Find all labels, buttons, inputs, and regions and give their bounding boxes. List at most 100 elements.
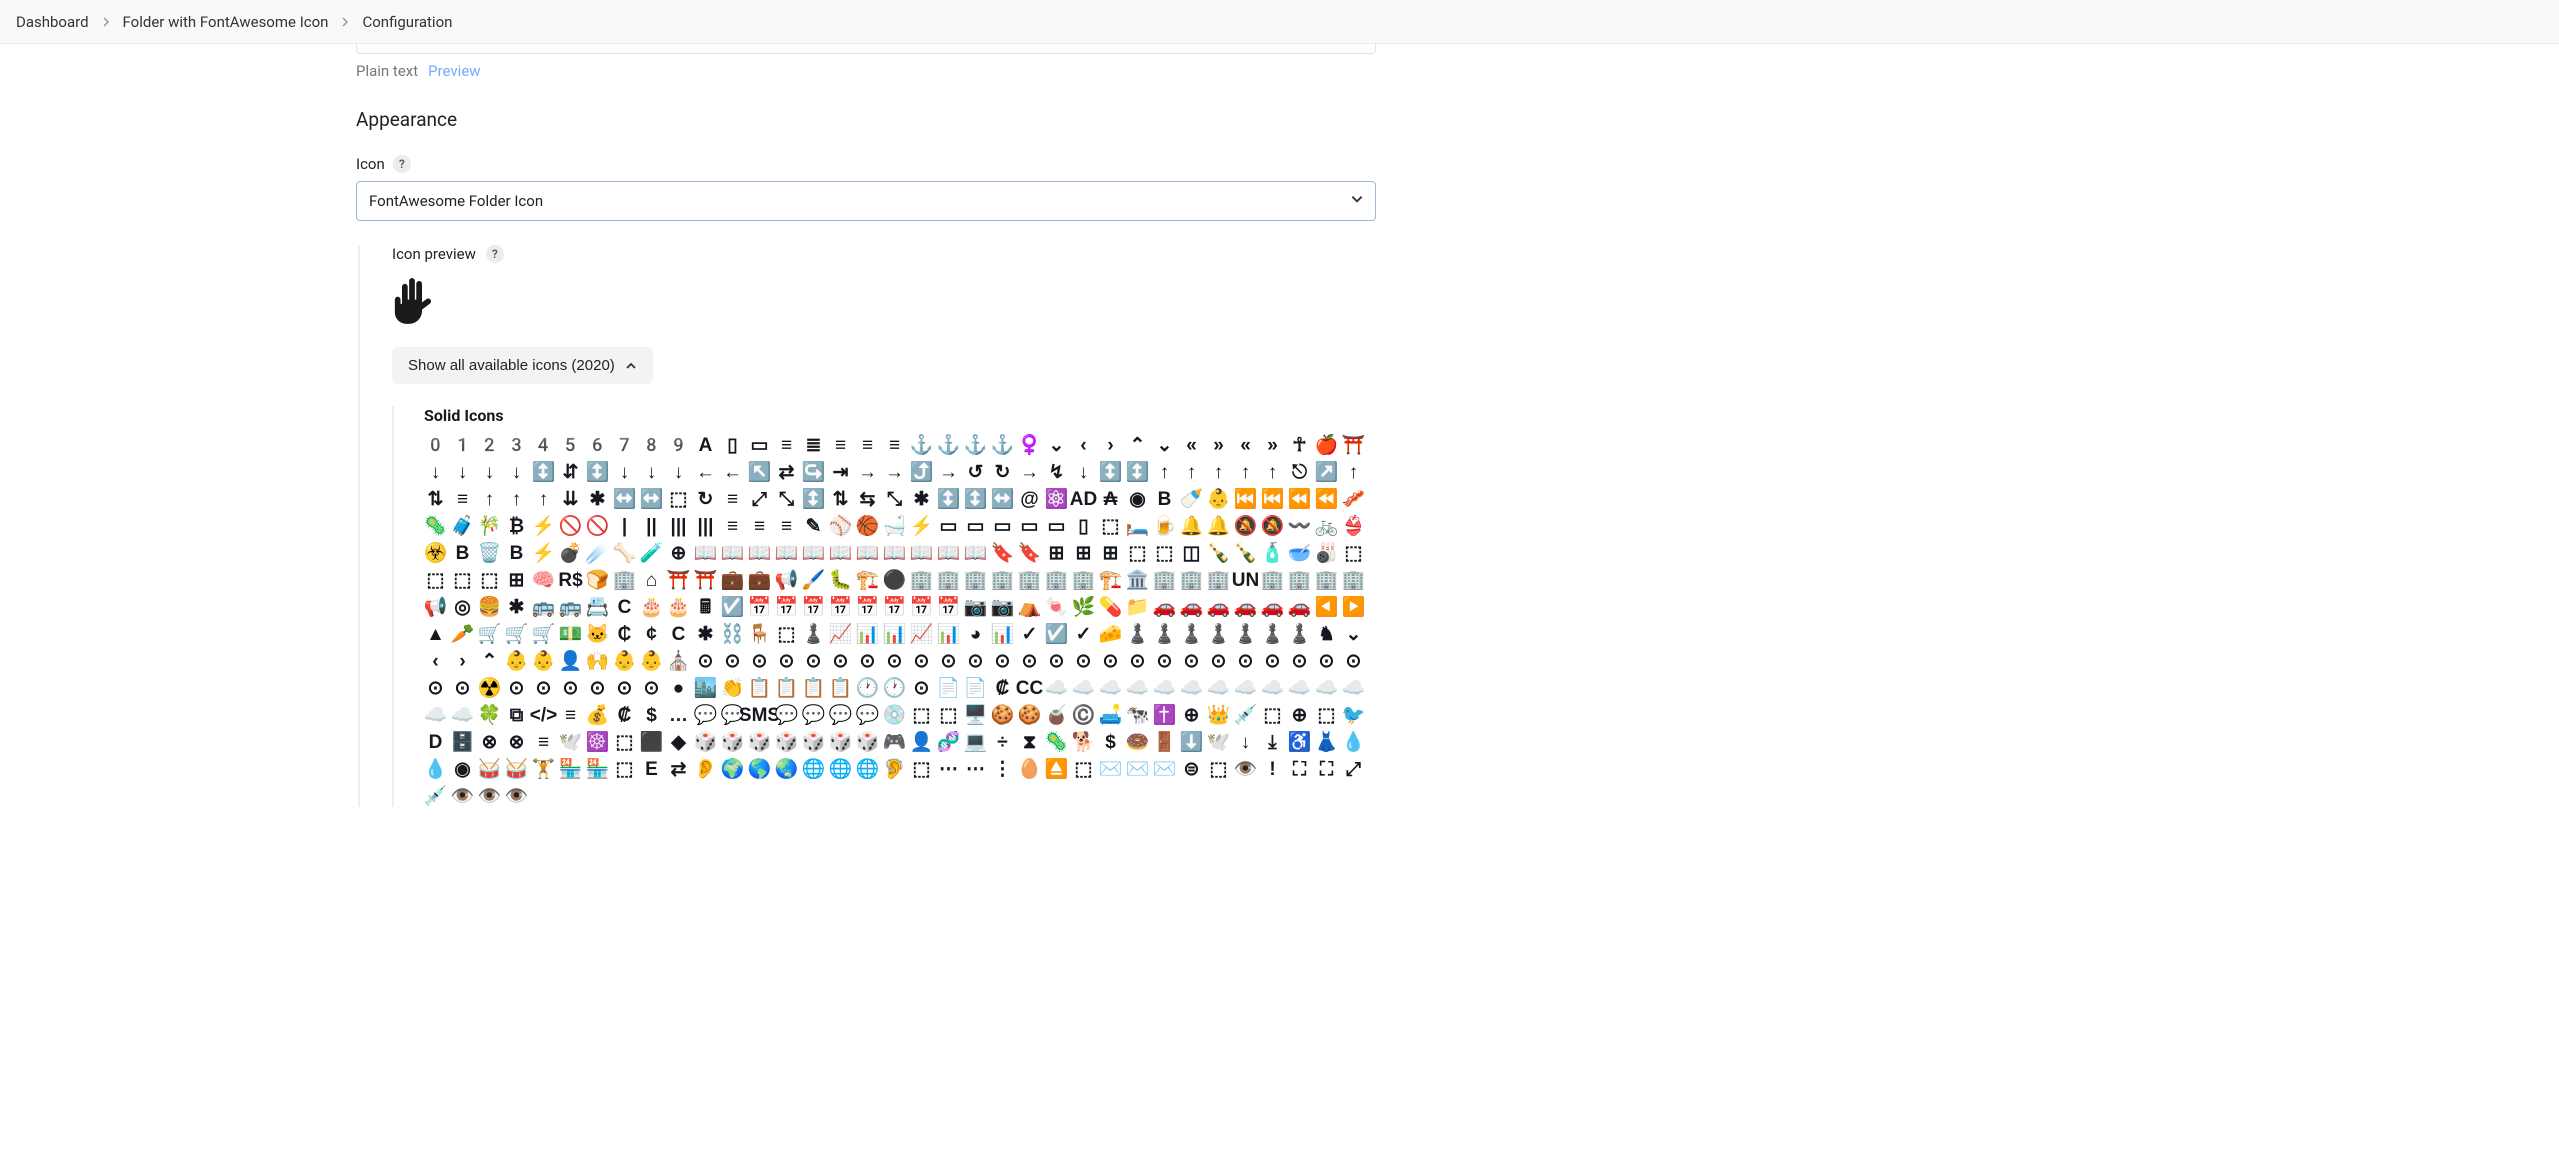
icon-glyph[interactable]: ↑ [1153, 460, 1176, 483]
icon-glyph[interactable]: 🖩 [694, 595, 717, 618]
icon-glyph[interactable]: 🎋 [478, 514, 501, 537]
icon-glyph[interactable]: ⬚ [613, 757, 636, 780]
icon-glyph[interactable]: 💬 [694, 703, 717, 726]
icon-glyph[interactable]: ⊙ [505, 676, 528, 699]
icon-glyph[interactable]: 🧠 [532, 568, 555, 591]
icon-glyph[interactable]: ⛶ [1315, 757, 1338, 780]
icon-glyph[interactable]: ☑ [1045, 622, 1068, 645]
icon-glyph[interactable]: 👗 [1315, 730, 1338, 753]
icon-glyph[interactable]: 🏢 [613, 568, 636, 591]
icon-glyph[interactable]: ⤡ [883, 487, 906, 510]
icon-glyph[interactable]: 🔔 [1180, 514, 1203, 537]
icon-glyph[interactable]: 💉 [424, 784, 447, 807]
icon-glyph[interactable]: ⊕ [1288, 703, 1311, 726]
icon-glyph[interactable]: ◎ [451, 595, 474, 618]
icon-glyph[interactable]: 💬 [775, 703, 798, 726]
icon-glyph[interactable]: ⊙ [559, 676, 582, 699]
icon-glyph[interactable]: ☁ [1288, 676, 1311, 699]
icon-glyph[interactable]: 🏢 [1315, 568, 1338, 591]
icon-glyph[interactable]: 💿 [883, 703, 906, 726]
icon-glyph[interactable]: ⊙ [1288, 649, 1311, 672]
icon-glyph[interactable]: ⊙ [829, 649, 852, 672]
icon-glyph[interactable]: 🏢 [1045, 568, 1068, 591]
icon-glyph[interactable]: 👶 [505, 649, 528, 672]
icon-glyph[interactable]: ≡ [532, 730, 555, 753]
icon-glyph[interactable]: 🍺 [1153, 514, 1176, 537]
icon-glyph[interactable]: ↺ [964, 460, 987, 483]
icon-glyph[interactable]: $ [640, 703, 663, 726]
icon-glyph[interactable]: 📅 [748, 595, 771, 618]
icon-glyph[interactable]: 🚪 [1153, 730, 1176, 753]
icon-glyph[interactable]: ♟ [1261, 622, 1284, 645]
icon-glyph[interactable]: ⌂ [640, 568, 663, 591]
icon-glyph[interactable]: ☢ [478, 676, 501, 699]
icon-glyph[interactable]: 👶 [1207, 487, 1230, 510]
icon-glyph[interactable]: 🌐 [829, 757, 852, 780]
icon-glyph[interactable]: 🥁 [478, 757, 501, 780]
icon-glyph[interactable]: 👁 [505, 784, 528, 807]
icon-glyph[interactable]: ⊙ [1072, 649, 1095, 672]
icon-glyph[interactable]: ⬚ [1126, 541, 1149, 564]
icon-glyph[interactable]: 👶 [640, 649, 663, 672]
icon-glyph[interactable]: 📷 [991, 595, 1014, 618]
icon-glyph[interactable]: 4 [532, 433, 555, 456]
icon-glyph[interactable]: ✱ [586, 487, 609, 510]
icon-glyph[interactable]: ‹ [424, 649, 447, 672]
icon-glyph[interactable]: 🧳 [451, 514, 474, 537]
icon-glyph[interactable]: CC [1018, 676, 1041, 699]
icon-glyph[interactable]: 👏 [721, 676, 744, 699]
icon-glyph[interactable]: 🍾 [1234, 541, 1257, 564]
icon-glyph[interactable]: 🍔 [478, 595, 501, 618]
icon-glyph[interactable]: ₡ [991, 676, 1014, 699]
icon-glyph[interactable]: 🚗 [1234, 595, 1257, 618]
icon-glyph[interactable]: $ [1099, 730, 1122, 753]
icon-glyph[interactable]: ⊙ [991, 649, 1014, 672]
icon-glyph[interactable]: 👁 [478, 784, 501, 807]
icon-glyph[interactable]: 📊 [856, 622, 879, 645]
icon-glyph[interactable]: ⏏ [1045, 757, 1068, 780]
icon-glyph[interactable]: 📈 [829, 622, 852, 645]
icon-glyph[interactable]: 👤 [559, 649, 582, 672]
icon-glyph[interactable]: ⚓ [937, 433, 960, 456]
icon-glyph[interactable]: 📄 [937, 676, 960, 699]
icon-glyph[interactable]: 🧴 [1261, 541, 1284, 564]
icon-glyph[interactable]: 📅 [910, 595, 933, 618]
icon-glyph[interactable]: ◉ [451, 757, 474, 780]
icon-glyph[interactable]: ☄ [586, 541, 609, 564]
icon-glyph[interactable]: ⚾ [829, 514, 852, 537]
icon-glyph[interactable]: ↑ [1180, 460, 1203, 483]
icon-glyph[interactable]: ⇵ [559, 460, 582, 483]
icon-glyph[interactable]: ◫ [1180, 541, 1203, 564]
icon-glyph[interactable]: 🐦 [1342, 703, 1365, 726]
icon-glyph[interactable]: 🥚 [1018, 757, 1041, 780]
icon-glyph[interactable]: 🎳 [1315, 541, 1338, 564]
breadcrumb-dashboard[interactable]: Dashboard [16, 13, 89, 31]
icon-glyph[interactable]: 🏀 [856, 514, 879, 537]
icon-glyph[interactable]: 💧 [1342, 730, 1365, 753]
icon-glyph[interactable]: ▲ [424, 622, 447, 645]
icon-glyph[interactable]: ✱ [910, 487, 933, 510]
icon-glyph[interactable]: ≡ [721, 487, 744, 510]
icon-glyph[interactable]: ☥ [1288, 433, 1311, 456]
icon-glyph[interactable]: 🏛 [1126, 568, 1149, 591]
icon-glyph[interactable]: 📖 [748, 541, 771, 564]
icon-glyph[interactable]: 💊 [1099, 595, 1122, 618]
icon-glyph[interactable]: ↓ [1072, 460, 1095, 483]
icon-glyph[interactable]: ← [694, 460, 717, 483]
icon-glyph[interactable]: 🧪 [640, 541, 663, 564]
icon-glyph[interactable]: 🏪 [559, 757, 582, 780]
icon-glyph[interactable]: ⊙ [1180, 649, 1203, 672]
icon-glyph[interactable]: ♟ [1234, 622, 1257, 645]
icon-glyph[interactable]: 🏢 [1072, 568, 1095, 591]
icon-glyph[interactable]: ☁ [424, 703, 447, 726]
icon-glyph[interactable]: 👶 [532, 649, 555, 672]
icon-glyph[interactable]: 🕊 [559, 730, 582, 753]
icon-glyph[interactable]: 🧬 [937, 730, 960, 753]
icon-glyph[interactable]: 🎮 [883, 730, 906, 753]
icon-glyph[interactable]: 🛏 [1126, 514, 1149, 537]
icon-glyph[interactable]: </> [532, 703, 555, 726]
icon-glyph[interactable]: › [451, 649, 474, 672]
icon-glyph[interactable]: ⤢ [1342, 757, 1365, 780]
icon-glyph[interactable]: ▯ [721, 433, 744, 456]
icon-glyph[interactable]: ⚓ [910, 433, 933, 456]
